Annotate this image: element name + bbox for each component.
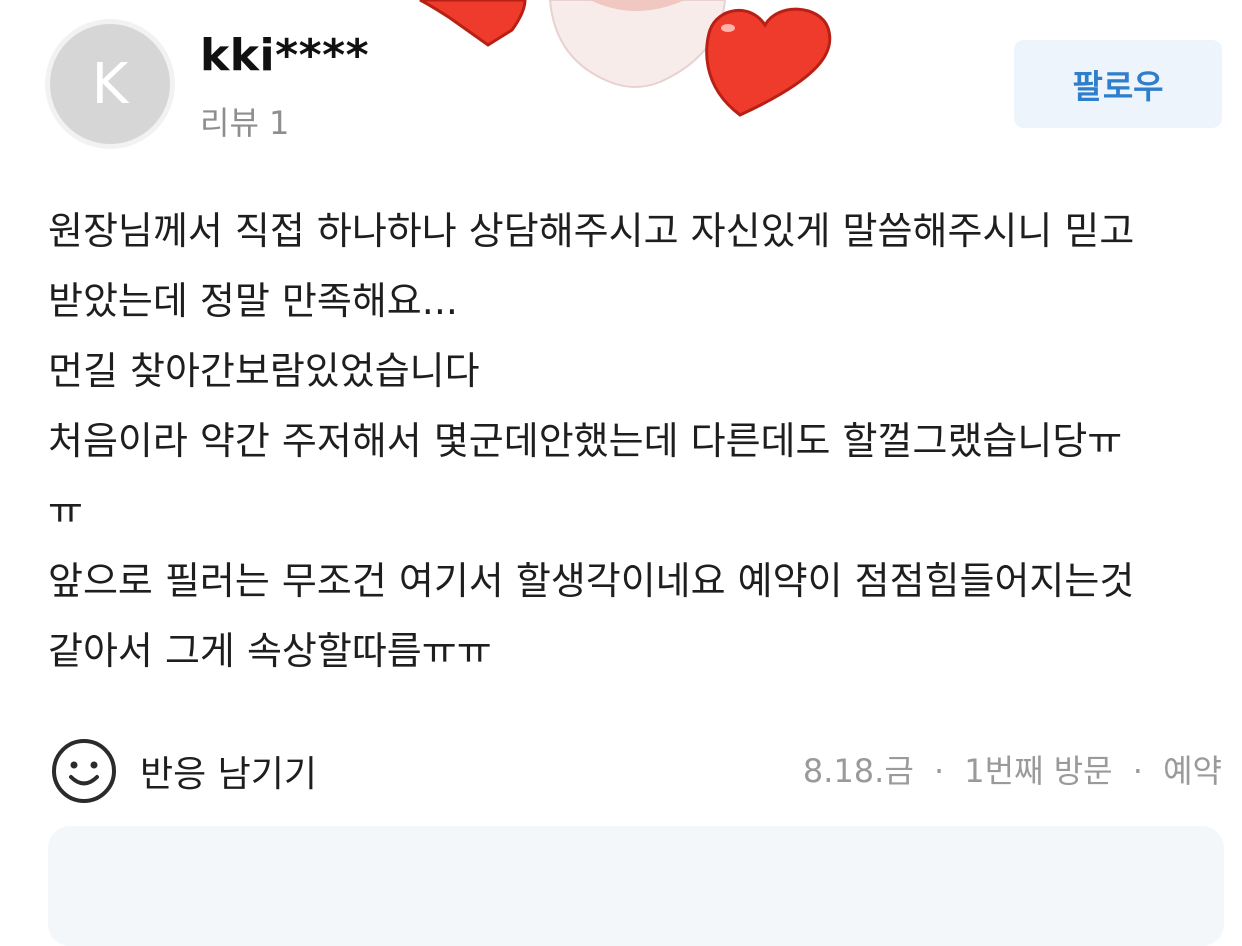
review-line: 같아서 그게 속상할따름ㅠㅠ [48,629,492,673]
review-count: 리뷰 1 [200,104,290,142]
reaction-label: 반응 남기기 [140,754,318,795]
heart-icon [419,0,527,47]
review-text: 원장님께서 직접 하나하나 상담해주시고 자신있게 말씀해주시니 믿고 받았는데… [48,196,1228,686]
visit-date: 8.18.금 [802,752,914,790]
review-line: 앞으로 필러는 무조건 여기서 할생각이네요 예약이 점점힘들어지는것 [48,559,1135,603]
meta-separator: · [933,752,945,790]
review-line: 받았는데 정말 만족해요... [48,279,458,323]
review-line: 원장님께서 직접 하나하나 상담해주시고 자신있게 말씀해주시니 믿고 [48,209,1135,253]
meta-separator: · [1132,752,1143,790]
visit-count: 1번째 방문 [964,752,1113,790]
smiley-face-icon [52,739,116,803]
review-meta: 8.18.금 · 1번째 방문 · 예약 [803,746,1222,792]
review-line: 먼길 찾아간보람있었습니다 [48,349,480,393]
review-photo-fragment [400,0,840,125]
follow-button[interactable]: 팔로우 [1014,40,1222,128]
review-line: 처음이라 약간 주저해서 몇군데안했는데 다른데도 할껄그랬습니당ㅠ [48,419,1123,463]
avatar[interactable]: K [50,24,170,144]
username[interactable]: kki**** [200,30,369,81]
review-line: ㅠ [48,489,83,533]
leave-reaction-button[interactable]: 반응 남기기 [50,736,317,806]
heart-icon [705,7,832,117]
reply-panel [48,826,1224,946]
avatar-letter: K [91,51,129,117]
visit-type: 예약 [1163,752,1222,790]
